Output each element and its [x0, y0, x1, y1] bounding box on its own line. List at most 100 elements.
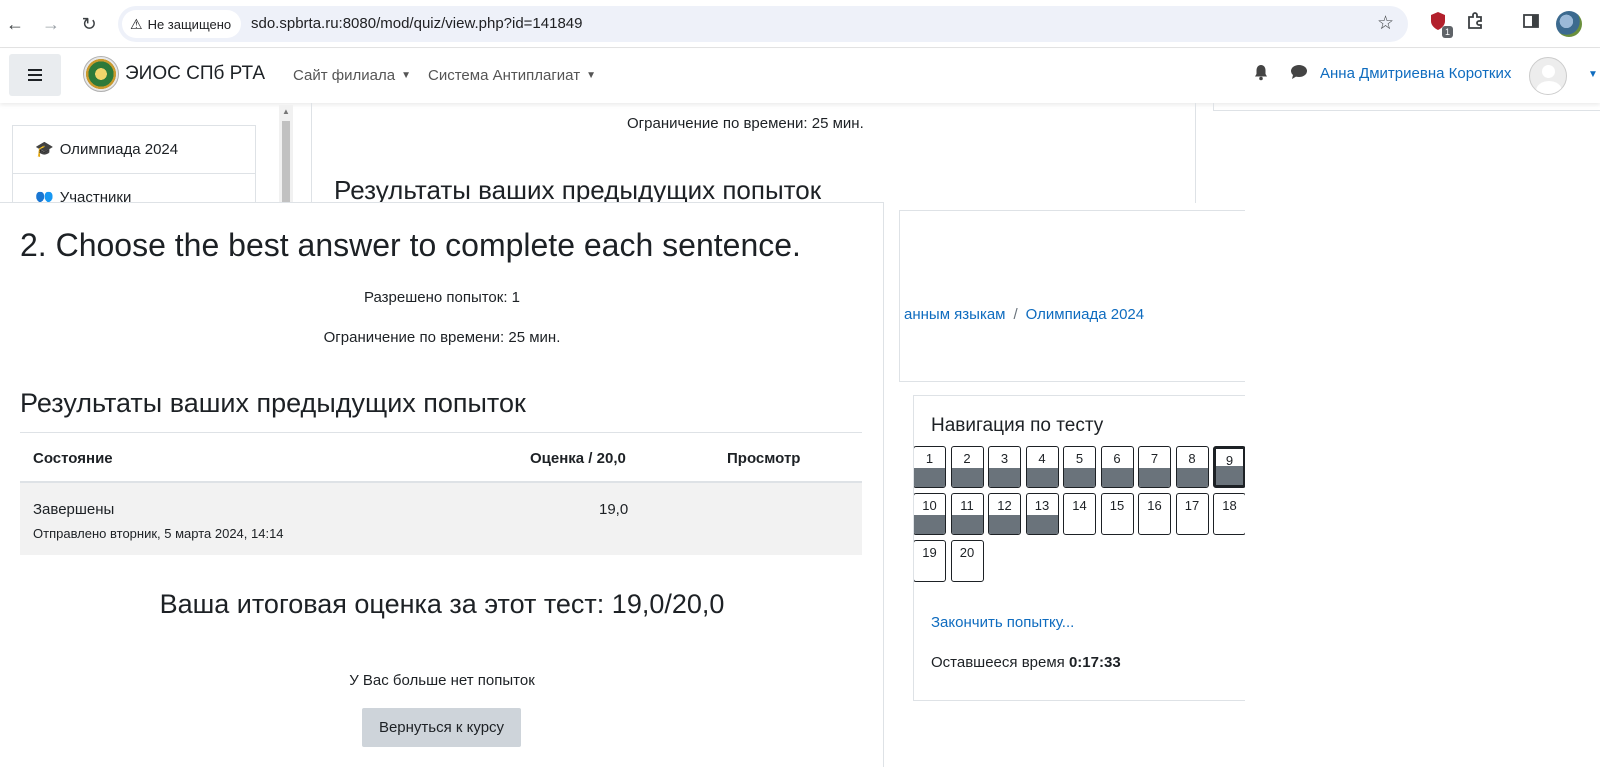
puzzle-extensions-icon[interactable]	[1462, 11, 1488, 37]
browser-toolbar: ← → ↻ ⚠ Не защищено sdo.spbrta.ru:8080/mo…	[0, 0, 1600, 48]
breadcrumb-item-category[interactable]: анным языкам	[904, 306, 1006, 323]
reload-icon[interactable]: ↻	[76, 11, 102, 37]
time-remaining-value: 0:17:33	[1068, 654, 1121, 671]
time-remaining-label: Оставшееся время	[931, 654, 1065, 671]
sidebar-item-course-label: Олимпиада 2024	[59, 141, 179, 158]
column-header-review: Просмотр	[727, 450, 801, 467]
time-remaining: Оставшееся время 0:17:33	[931, 654, 1121, 671]
url-text[interactable]: sdo.spbrta.ru:8080/mod/quiz/view.php?id=…	[251, 6, 583, 42]
question-nav-button[interactable]: 18	[1213, 493, 1245, 535]
question-number: 19	[922, 545, 937, 560]
security-label: Не защищено	[147, 17, 232, 32]
menu-branch-site-label: Сайт филиала	[293, 67, 396, 84]
sidebar-item-course[interactable]: 🎓 Олимпиада 2024	[13, 126, 255, 174]
user-menu-name[interactable]: Анна Дмитриевна Коротких	[1320, 65, 1511, 82]
question-number: 10	[922, 498, 937, 513]
attempt-grade: 19,0	[599, 501, 629, 518]
hamburger-line	[28, 74, 42, 76]
bookmark-star-icon[interactable]: ☆	[1377, 13, 1394, 35]
quiz-navigation-block: Навигация по тесту 1 2 3 4 5 6 7 8 9 10 11 12 13 14 15…	[913, 395, 1245, 701]
security-chip[interactable]: ⚠ Не защищено	[122, 10, 242, 38]
bg-time-limit-text: Ограничение по времени: 25 мин.	[627, 115, 864, 132]
question-number: 20	[959, 545, 975, 560]
extension-badge: 1	[1441, 26, 1453, 38]
scroll-up-arrow-icon[interactable]: ▲	[282, 107, 290, 116]
graduation-cap-icon: 🎓	[35, 141, 54, 158]
column-header-status: Состояние	[33, 450, 113, 467]
site-name[interactable]: ЭИОС СПб РТА	[125, 63, 265, 85]
question-nav-button[interactable]: 11	[950, 493, 984, 535]
attempt-submitted-date: Отправлено вторник, 5 марта 2024, 14:14	[33, 526, 284, 541]
question-number: 1	[925, 451, 934, 466]
attempts-allowed-text: Разрешено попыток: 1	[363, 289, 521, 306]
question-number: 17	[1184, 498, 1200, 513]
question-nav-button[interactable]: 7	[1138, 446, 1171, 488]
user-caret-down-icon[interactable]: ▼	[1588, 69, 1598, 80]
page-header-panel	[899, 210, 1245, 382]
question-number: 13	[1034, 498, 1050, 513]
question-nav-button[interactable]: 16	[1138, 493, 1171, 535]
warning-icon: ⚠	[130, 16, 143, 32]
breadcrumb-item-course[interactable]: Олимпиада 2024	[1026, 306, 1144, 323]
question-nav-button[interactable]: 5	[1063, 446, 1096, 488]
column-header-grade: Оценка / 20,0	[530, 450, 626, 467]
question-nav-button[interactable]: 4	[1025, 446, 1059, 488]
back-arrow-icon[interactable]: ←	[2, 11, 28, 37]
attempts-table: Состояние Оценка / 20,0 Просмотр Заверше…	[20, 432, 862, 555]
question-number: 11	[960, 498, 974, 513]
finish-attempt-link[interactable]: Закончить попытку...	[931, 614, 1074, 631]
hamburger-icon	[28, 69, 42, 71]
table-header-row: Состояние Оценка / 20,0 Просмотр	[20, 433, 862, 483]
caret-down-icon: ▼	[401, 70, 411, 81]
shield-extension-icon[interactable]: 1	[1425, 11, 1453, 38]
quiz-navigation-title: Навигация по тесту	[931, 415, 1104, 436]
question-nav-button[interactable]: 14	[1063, 493, 1096, 535]
quiz-summary-window: 2. Choose the best answer to complete ea…	[0, 202, 884, 767]
question-number: 7	[1150, 451, 1159, 466]
question-number: 8	[1188, 451, 1196, 466]
user-avatar[interactable]	[1529, 57, 1567, 95]
side-panel-icon[interactable]	[1518, 11, 1544, 37]
question-nav-button[interactable]: 15	[1100, 493, 1134, 535]
question-nav-button[interactable]: 12	[988, 493, 1021, 535]
bell-icon[interactable]	[1253, 64, 1269, 86]
question-nav-button[interactable]: 10	[914, 493, 946, 535]
question-nav-button[interactable]: 3	[988, 446, 1021, 488]
question-number: 6	[1113, 451, 1121, 466]
question-nav-button[interactable]: 1	[914, 446, 946, 488]
quiz-title: 2. Choose the best answer to complete ea…	[20, 227, 801, 263]
question-nav-button[interactable]: 2	[950, 446, 984, 488]
time-limit-text: Ограничение по времени: 25 мин.	[323, 329, 561, 346]
previous-attempts-heading: Результаты ваших предыдущих попыток	[20, 388, 526, 418]
question-number: 15	[1109, 498, 1125, 513]
back-to-course-button[interactable]: Вернуться к курсу	[362, 708, 521, 747]
right-panel-edge	[1213, 103, 1600, 111]
menu-antiplagiat[interactable]: Система Антиплагиат ▼	[428, 67, 596, 84]
question-number: 5	[1075, 451, 1084, 466]
hamburger-line	[28, 79, 42, 81]
chat-bubble-icon[interactable]	[1290, 64, 1308, 85]
browser-profile-avatar[interactable]	[1556, 11, 1582, 37]
question-number: 18	[1222, 498, 1237, 513]
question-nav-button[interactable]: 19	[914, 540, 946, 582]
caret-down-icon: ▼	[586, 70, 596, 81]
question-nav-button[interactable]: 9	[1213, 446, 1245, 488]
forward-arrow-icon[interactable]: →	[38, 11, 64, 37]
question-nav-button[interactable]: 8	[1175, 446, 1209, 488]
breadcrumb-separator: /	[1013, 306, 1018, 323]
final-grade-text: Ваша итоговая оценка за этот тест: 19,0/…	[159, 589, 725, 619]
question-nav-button[interactable]: 13	[1025, 493, 1059, 535]
question-nav-button[interactable]: 17	[1175, 493, 1209, 535]
menu-branch-site[interactable]: Сайт филиала ▼	[293, 67, 411, 84]
drawer-toggle-button[interactable]	[9, 54, 61, 96]
question-number: 3	[1000, 451, 1009, 466]
question-nav-button[interactable]: 6	[1100, 446, 1134, 488]
site-navbar: ЭИОС СПб РТА Сайт филиала ▼ Система Антип…	[0, 49, 1600, 103]
site-logo[interactable]	[83, 56, 119, 92]
table-row: Завершены Отправлено вторник, 5 марта 20…	[20, 483, 862, 555]
question-number: 16	[1147, 498, 1162, 513]
address-bar[interactable]: ⚠ Не защищено sdo.spbrta.ru:8080/mod/quiz…	[118, 6, 1408, 42]
question-nav-button[interactable]: 20	[950, 540, 984, 582]
question-number: 14	[1072, 498, 1087, 513]
question-number: 2	[963, 451, 971, 466]
